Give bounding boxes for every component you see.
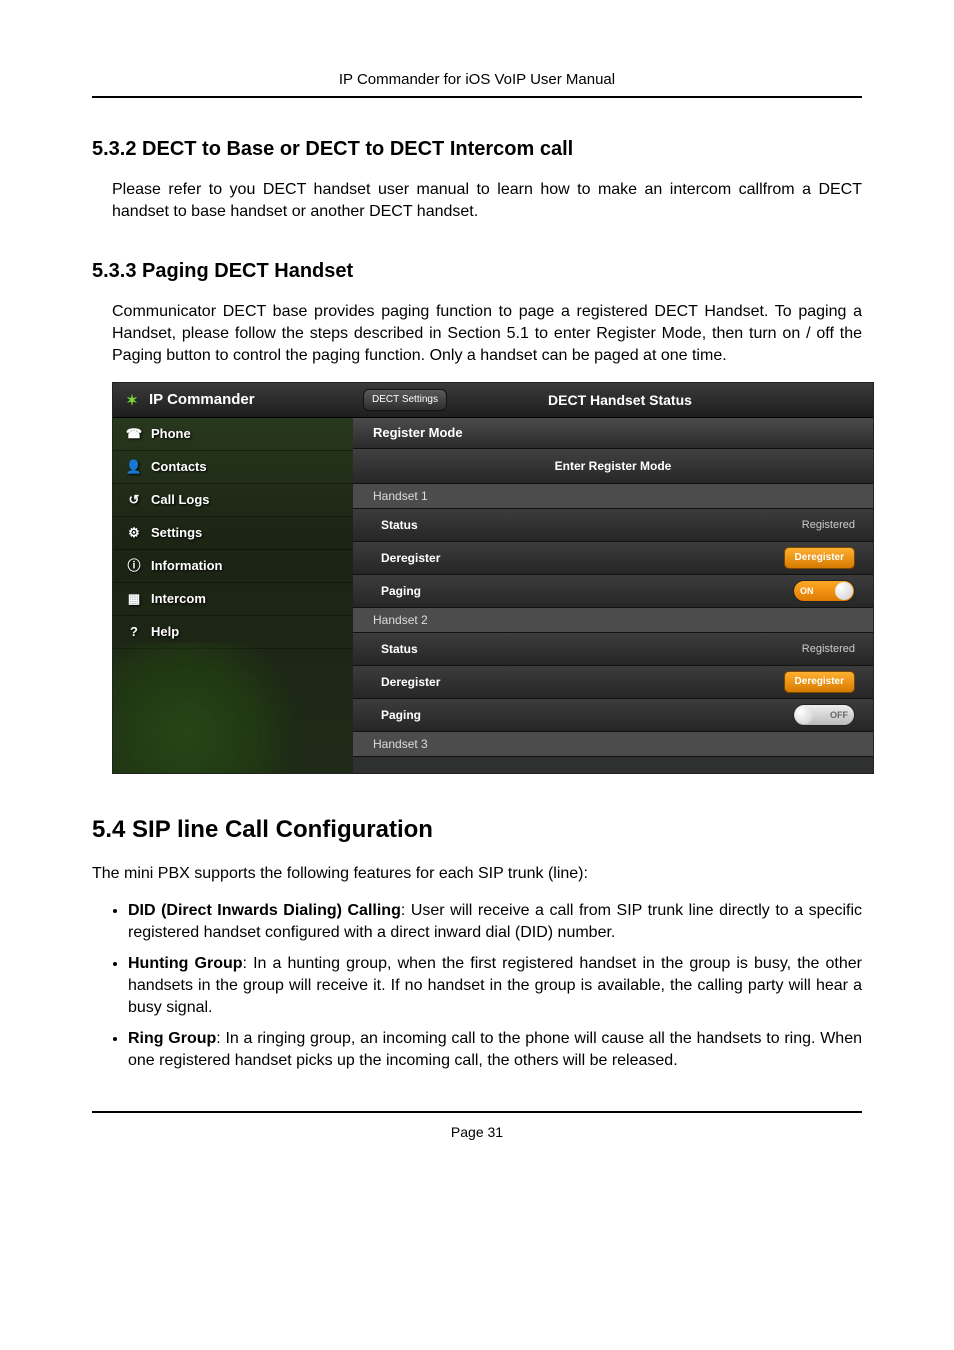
sidebar-item-label: Call Logs [151, 491, 210, 509]
brand-icon: ✶ [123, 391, 141, 409]
status-value: Registered [802, 518, 855, 533]
contacts-icon: 👤 [125, 458, 143, 476]
sidebar-item-call-logs[interactable]: ↺ Call Logs [113, 484, 353, 517]
status-value: Registered [802, 642, 855, 657]
info-icon: ⓘ [125, 557, 143, 575]
enter-register-mode-row[interactable]: Enter Register Mode [353, 449, 873, 484]
row-label: Status [381, 641, 418, 657]
doc-header: IP Commander for iOS VoIP User Manual [92, 70, 862, 96]
call-logs-icon: ↺ [125, 491, 143, 509]
sidebar-item-label: Help [151, 623, 179, 641]
sidebar-item-label: Settings [151, 524, 202, 542]
phone-icon: ☎ [125, 425, 143, 443]
handset-1-paging-row: Paging ON [353, 575, 873, 608]
paging-toggle[interactable]: OFF [793, 704, 855, 726]
topbar: DECT Settings DECT Handset Status [353, 383, 873, 418]
sidebar: ✶ IP Commander ☎ Phone 👤 Contacts ↺ Call… [113, 383, 353, 773]
dect-handset-status-screenshot: ✶ IP Commander ☎ Phone 👤 Contacts ↺ Call… [112, 382, 874, 774]
heading-5-3-2: 5.3.2 DECT to Base or DECT to DECT Inter… [92, 136, 862, 163]
sidebar-item-label: Intercom [151, 590, 206, 608]
register-mode-header: Register Mode [353, 418, 873, 449]
sidebar-item-label: Contacts [151, 458, 207, 476]
brand-label: IP Commander [149, 390, 255, 410]
handset-2-deregister-row: Deregister Deregister [353, 666, 873, 699]
handset-2-header: Handset 2 [353, 608, 873, 633]
sidebar-item-phone[interactable]: ☎ Phone [113, 418, 353, 451]
brand-row: ✶ IP Commander [113, 383, 353, 418]
row-label: Paging [381, 583, 421, 599]
handset-1-deregister-row: Deregister Deregister [353, 542, 873, 575]
list-item: Hunting Group: In a hunting group, when … [128, 953, 862, 1018]
body-5-3-2: Please refer to you DECT handset user ma… [112, 179, 862, 222]
intercom-icon: ▦ [125, 590, 143, 608]
sidebar-item-contacts[interactable]: 👤 Contacts [113, 451, 353, 484]
sidebar-item-settings[interactable]: ⚙ Settings [113, 517, 353, 550]
sidebar-item-label: Phone [151, 425, 191, 443]
feature-list: DID (Direct Inwards Dialing) Calling: Us… [92, 900, 862, 1071]
content-pane: DECT Settings DECT Handset Status Regist… [353, 383, 873, 773]
footer-rule [92, 1111, 862, 1113]
row-label: Status [381, 517, 418, 533]
deregister-button[interactable]: Deregister [784, 671, 855, 693]
page-footer: Page 31 [92, 1123, 862, 1142]
heading-5-4: 5.4 SIP line Call Configuration [92, 814, 862, 846]
handset-3-header: Handset 3 [353, 732, 873, 757]
sidebar-leaf-art [113, 643, 353, 773]
deregister-button[interactable]: Deregister [784, 547, 855, 569]
page-title: DECT Handset Status [377, 391, 863, 410]
sidebar-item-label: Information [151, 557, 223, 575]
row-label: Deregister [381, 674, 440, 690]
sidebar-item-information[interactable]: ⓘ Information [113, 550, 353, 583]
header-rule [92, 96, 862, 98]
handset-1-status-row: Status Registered [353, 509, 873, 542]
handset-1-header: Handset 1 [353, 484, 873, 509]
body-5-3-3: Communicator DECT base provides paging f… [112, 301, 862, 366]
row-label: Deregister [381, 550, 440, 566]
row-label: Paging [381, 707, 421, 723]
gear-icon: ⚙ [125, 524, 143, 542]
handset-2-status-row: Status Registered [353, 633, 873, 666]
handset-2-paging-row: Paging OFF [353, 699, 873, 732]
list-item: Ring Group: In a ringing group, an incom… [128, 1028, 862, 1071]
sidebar-item-intercom[interactable]: ▦ Intercom [113, 583, 353, 616]
help-icon: ? [125, 623, 143, 641]
intro-5-4: The mini PBX supports the following feat… [92, 863, 862, 885]
heading-5-3-3: 5.3.3 Paging DECT Handset [92, 258, 862, 285]
paging-toggle[interactable]: ON [793, 580, 855, 602]
list-item: DID (Direct Inwards Dialing) Calling: Us… [128, 900, 862, 943]
